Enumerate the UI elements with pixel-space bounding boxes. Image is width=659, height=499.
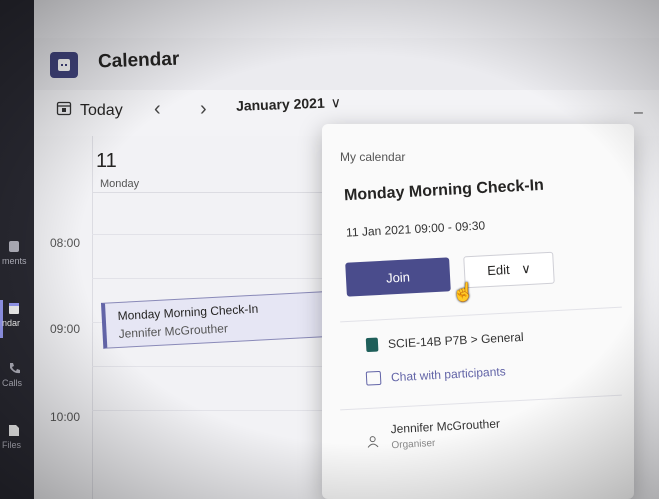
team-icon (365, 337, 379, 353)
divider (340, 306, 622, 323)
channel-link[interactable]: SCIE-14B P7B > General (365, 329, 525, 353)
calendar-app-icon (50, 52, 78, 78)
previous-week-button[interactable]: ‹ (154, 98, 161, 121)
calendar-today-icon (56, 100, 72, 121)
day-name: Monday (100, 178, 140, 190)
person-icon (366, 435, 380, 452)
next-week-button[interactable]: › (200, 98, 207, 121)
card-event-title: Monday Morning Check-In (343, 176, 545, 205)
event-title: Monday Morning Check-In (117, 301, 259, 323)
chat-label: Chat with participants (390, 364, 507, 385)
chevron-down-icon: ∨ (520, 260, 532, 277)
screen: ments ndar Calls Files Calendar Today ‹ … (0, 0, 659, 499)
hand-cursor-icon: ☝ (452, 282, 475, 302)
today-label: Today (80, 101, 123, 119)
time-label: 09:00 (50, 322, 81, 336)
rail-item-label: Calls (2, 378, 23, 388)
app-rail: ments ndar Calls Files (0, 0, 34, 499)
chat-with-participants-link[interactable]: Chat with participants (365, 364, 507, 386)
time-label: 10:00 (50, 410, 81, 424)
event-details-card: My calendar Monday Morning Check-In 11 J… (322, 124, 634, 499)
file-icon (8, 424, 20, 437)
edit-label: Edit (486, 261, 510, 279)
organiser-name: Jennifer McGrouther (390, 416, 501, 437)
chevron-right-icon: › (200, 98, 207, 120)
time-label: 08:00 (50, 236, 81, 250)
calendar-owner-label: My calendar (340, 150, 406, 164)
rail-item-label: ndar (2, 318, 21, 328)
channel-name: SCIE-14B P7B > General (387, 329, 525, 351)
rail-item-label: ments (2, 256, 27, 266)
rail-item-calls[interactable]: Calls (0, 362, 34, 388)
phone-icon (8, 362, 20, 375)
day-number: 11 (96, 150, 117, 172)
chevron-left-icon: ‹ (154, 98, 161, 120)
join-button[interactable]: Join (345, 257, 451, 297)
calendar-icon (8, 302, 20, 315)
edit-button[interactable]: Edit ∨ (463, 251, 555, 289)
month-label: January 2021 (235, 94, 325, 114)
organiser-row: Jennifer McGrouther Organiser (365, 417, 501, 453)
rail-item-label: Files (2, 440, 22, 450)
chat-icon (365, 370, 382, 386)
rail-item-activity[interactable]: ments (0, 240, 34, 266)
event-organiser: Jennifer McGrouther (118, 321, 229, 341)
next-day-column-edge: – (634, 104, 643, 121)
page-title: Calendar (97, 48, 180, 73)
divider (340, 394, 622, 411)
rail-item-files[interactable]: Files (0, 424, 34, 450)
chevron-down-icon: ∨ (330, 94, 342, 111)
time-column (34, 136, 93, 499)
card-event-time: 11 Jan 2021 09:00 - 09:30 (345, 218, 486, 240)
organiser-info: Jennifer McGrouther Organiser (390, 417, 501, 452)
rail-item-calendar[interactable]: ndar (0, 302, 34, 328)
organiser-role: Organiser (391, 437, 436, 452)
today-button[interactable]: Today (56, 100, 123, 121)
activity-icon (8, 240, 20, 253)
